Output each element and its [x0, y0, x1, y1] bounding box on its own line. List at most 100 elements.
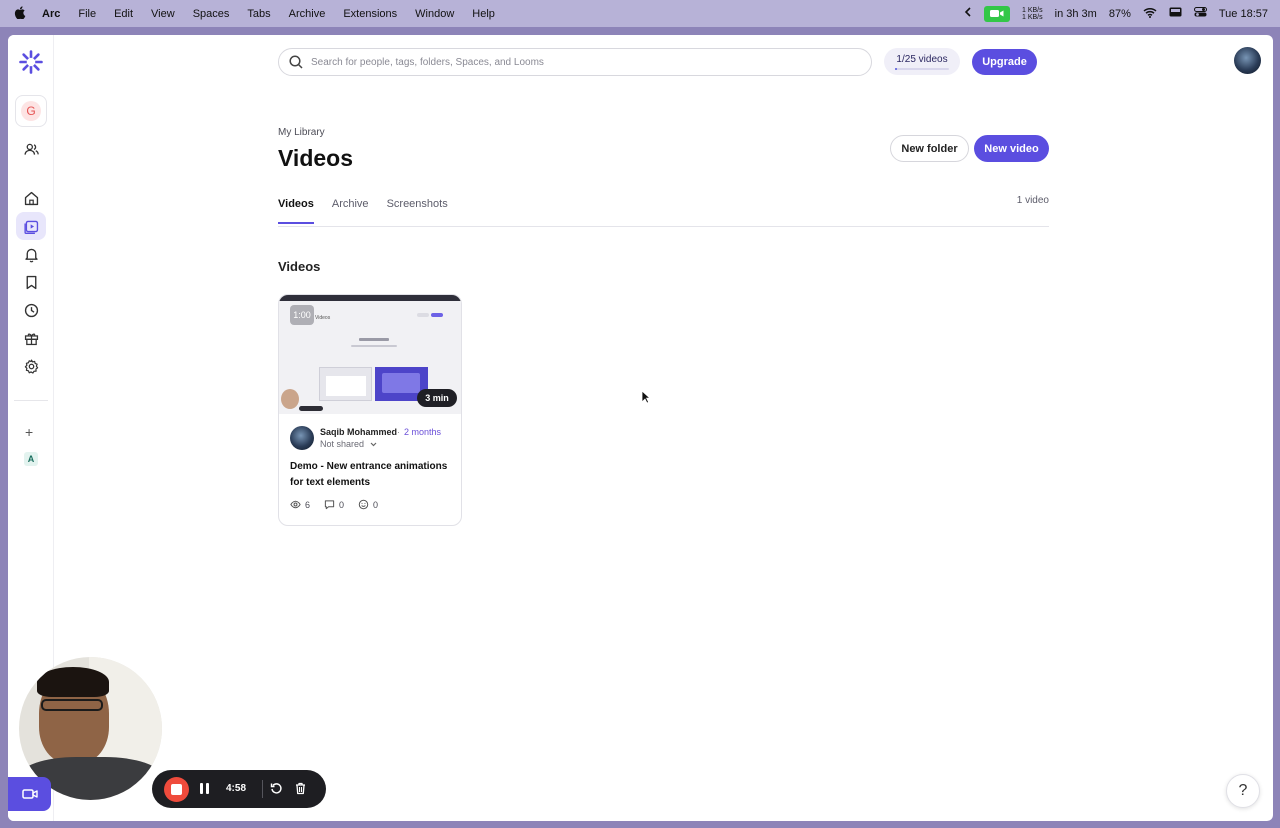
user-avatar[interactable]	[1234, 47, 1261, 74]
settings-gear-icon[interactable]	[16, 352, 46, 380]
tab-archive[interactable]: Archive	[332, 198, 369, 224]
home-icon[interactable]	[16, 184, 46, 212]
app-window: G + A 1/25 videos	[8, 35, 1273, 821]
bookmark-icon[interactable]	[16, 268, 46, 296]
reactions-stat: 0	[358, 499, 378, 510]
restart-icon[interactable]	[270, 782, 283, 800]
upgrade-button[interactable]: Upgrade	[972, 49, 1037, 75]
display-icon[interactable]	[1169, 7, 1182, 20]
tab-screenshots[interactable]: Screenshots	[387, 198, 448, 224]
search-icon	[289, 55, 303, 69]
video-quota-fill	[895, 67, 898, 70]
menu-tabs[interactable]: Tabs	[247, 8, 270, 20]
control-center-icon[interactable]	[1193, 7, 1207, 20]
video-camera-status-icon[interactable]	[984, 5, 1010, 22]
eye-icon	[290, 500, 301, 509]
help-button[interactable]: ?	[1226, 774, 1260, 808]
search-bar[interactable]	[278, 48, 872, 76]
bell-icon[interactable]	[16, 240, 46, 268]
menubar-clock[interactable]: Tue 18:57	[1219, 8, 1268, 20]
menu-edit[interactable]: Edit	[114, 8, 133, 20]
menu-extensions[interactable]: Extensions	[343, 8, 397, 20]
section-title: Videos	[278, 259, 321, 274]
menu-app-name[interactable]: Arc	[42, 8, 60, 20]
comment-icon	[324, 500, 335, 510]
video-camera-icon	[21, 789, 38, 799]
breadcrumb[interactable]: My Library	[278, 127, 325, 138]
video-age: 2 months	[404, 427, 442, 437]
menu-view[interactable]: View	[151, 8, 175, 20]
webcam-person-glasses	[41, 699, 103, 711]
thumbnail-card-preview	[319, 367, 372, 401]
add-space-button[interactable]: +	[25, 424, 33, 440]
new-video-button[interactable]: New video	[974, 135, 1049, 162]
menu-spaces[interactable]: Spaces	[193, 8, 230, 20]
apple-menu-icon[interactable]	[14, 5, 26, 22]
space-a-badge[interactable]: A	[24, 452, 38, 466]
loom-logo-icon[interactable]	[16, 48, 46, 76]
macos-menubar: Arc File Edit View Spaces Tabs Archive E…	[0, 0, 1280, 27]
sharing-status: Not shared	[320, 439, 365, 449]
menu-help[interactable]: Help	[472, 8, 495, 20]
menu-archive[interactable]: Archive	[289, 8, 326, 20]
stop-icon	[171, 784, 182, 795]
thumbnail-heading-line	[359, 338, 389, 341]
sidebar-divider	[14, 400, 48, 401]
video-thumbnail[interactable]: Videos 1:00 3 min	[279, 295, 461, 414]
wifi-icon[interactable]	[1143, 7, 1157, 21]
sharing-dropdown[interactable]: Not shared	[320, 439, 377, 449]
video-stats: 6 0 0	[290, 499, 378, 510]
menu-window[interactable]: Window	[415, 8, 454, 20]
thumbnail-subtext-line	[351, 345, 397, 347]
timestamp-badge: 1:00	[290, 305, 314, 325]
search-input[interactable]	[311, 56, 851, 68]
thumbnail-mini-button	[417, 313, 429, 317]
thumbnail-browser-strip	[279, 295, 461, 301]
library-videos-icon[interactable]	[16, 212, 46, 240]
meta-separator: ·	[397, 427, 400, 437]
trash-icon[interactable]	[294, 782, 307, 800]
chevron-left-icon[interactable]	[964, 7, 972, 20]
views-count: 6	[305, 499, 311, 510]
smiley-icon	[358, 499, 369, 510]
clock-history-icon[interactable]	[16, 296, 46, 324]
author-name[interactable]: Saqib Mohammed	[320, 427, 397, 437]
thumbnail-webcam-bubble	[281, 389, 299, 409]
tabs-divider	[278, 226, 1049, 227]
webcam-person-hair	[37, 667, 109, 697]
duration-badge: 3 min	[417, 389, 457, 407]
new-folder-button[interactable]: New folder	[890, 135, 969, 162]
people-icon[interactable]	[16, 135, 46, 163]
recording-controls: 4:58	[152, 770, 326, 808]
workspace-switcher[interactable]: G	[15, 95, 47, 127]
video-quota-indicator[interactable]: 1/25 videos	[884, 48, 960, 75]
recorder-divider	[262, 780, 263, 798]
author-avatar	[290, 426, 314, 450]
camera-toggle-button[interactable]	[8, 777, 51, 811]
battery-time[interactable]: in 3h 3m	[1055, 8, 1097, 20]
video-quota-label: 1/25 videos	[896, 53, 948, 65]
workspace-initial: G	[21, 101, 41, 121]
thumbnail-recorder-bar	[299, 406, 323, 411]
menu-file[interactable]: File	[78, 8, 96, 20]
gift-icon[interactable]	[16, 324, 46, 352]
battery-percent[interactable]: 87%	[1109, 8, 1131, 20]
reactions-count: 0	[373, 499, 379, 510]
views-stat: 6	[290, 499, 310, 510]
thumbnail-page-heading: Videos	[315, 315, 331, 321]
comments-stat: 0	[324, 499, 344, 510]
tab-videos[interactable]: Videos	[278, 198, 314, 224]
thumbnail-mini-button	[431, 313, 443, 317]
stop-recording-button[interactable]	[164, 777, 189, 802]
mouse-pointer-icon	[641, 390, 652, 409]
chevron-down-icon	[370, 442, 376, 447]
video-title[interactable]: Demo - New entrance animations for text …	[290, 459, 456, 491]
pause-recording-button[interactable]	[200, 783, 212, 795]
recording-elapsed-time: 4:58	[226, 783, 247, 794]
network-speed: 1 KB/s 1 KB/s	[1022, 6, 1043, 21]
comments-count: 0	[339, 499, 345, 510]
page-title: Videos	[278, 145, 353, 171]
video-quota-bar	[895, 67, 949, 70]
library-tabs: Videos Archive Screenshots	[278, 198, 448, 224]
video-card[interactable]: Videos 1:00 3 min Saqib Mohammed · 2 mon…	[278, 294, 462, 526]
